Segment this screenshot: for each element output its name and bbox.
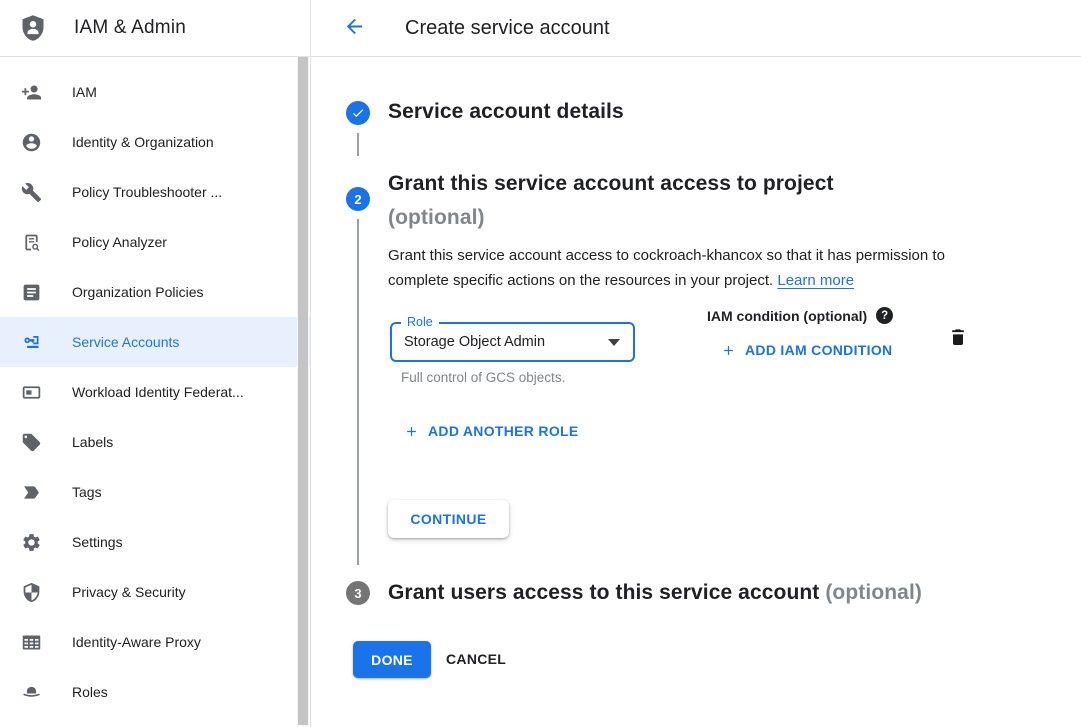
sidebar-scrollbar-track <box>297 57 309 727</box>
sidebar-item-label: Identity & Organization <box>72 134 214 150</box>
article-list-icon <box>20 281 42 303</box>
step2-description-text: Grant this service account access to coc… <box>388 247 945 289</box>
sidebar-item-settings[interactable]: Settings <box>0 517 310 567</box>
sidebar-item-label: Organization Policies <box>72 284 204 300</box>
iam-condition-label: IAM condition (optional) <box>707 308 867 324</box>
badge-card-icon <box>20 381 42 403</box>
person-add-icon <box>20 81 42 103</box>
sidebar-item-identity-aware-proxy[interactable]: Identity-Aware Proxy <box>0 617 310 667</box>
step3-title-text: Grant users access to this service accou… <box>388 581 819 604</box>
sidebar-nav: IAM Identity & Organization Policy Troub… <box>0 67 310 717</box>
trash-icon <box>948 327 968 351</box>
step3-number: 3 <box>354 586 361 601</box>
tag-arrow-icon <box>20 481 42 503</box>
step3-title: Grant users access to this service accou… <box>388 581 922 605</box>
cancel-button[interactable]: CANCEL <box>432 641 520 676</box>
chevron-down-icon <box>608 339 620 346</box>
sidebar-header: IAM & Admin <box>0 0 310 57</box>
question-help-icon[interactable]: ? <box>876 307 893 324</box>
sidebar-item-label: Service Accounts <box>72 334 179 350</box>
sidebar-item-label: Labels <box>72 434 113 450</box>
add-another-role-button[interactable]: ADD ANOTHER ROLE <box>404 423 579 439</box>
sidebar-title: IAM & Admin <box>74 17 186 39</box>
service-account-key-icon <box>20 331 42 353</box>
step3-optional-label: (optional) <box>825 581 922 604</box>
sidebar-item-label: IAM <box>72 84 97 100</box>
step2-number: 2 <box>354 192 361 207</box>
sidebar-item-label: Workload Identity Federat... <box>72 384 244 400</box>
add-iam-condition-button[interactable]: ADD IAM CONDITION <box>721 342 892 358</box>
shield-half-icon <box>20 581 42 603</box>
add-iam-condition-label: ADD IAM CONDITION <box>745 342 892 358</box>
sidebar: IAM & Admin IAM Identity & Organization … <box>0 0 311 727</box>
step2-optional-label: (optional) <box>388 201 1028 235</box>
sidebar-item-label: Policy Troubleshooter ... <box>72 184 222 200</box>
sidebar-item-label: Policy Analyzer <box>72 234 167 250</box>
continue-button[interactable]: CONTINUE <box>388 500 509 538</box>
sidebar-item-service-accounts[interactable]: Service Accounts <box>0 317 310 367</box>
hat-icon <box>20 681 42 703</box>
sidebar-item-label: Privacy & Security <box>72 584 186 600</box>
sidebar-item-tags[interactable]: Tags <box>0 467 310 517</box>
sidebar-item-identity-organization[interactable]: Identity & Organization <box>0 117 310 167</box>
stepper-connector <box>357 133 359 156</box>
sidebar-item-policy-troubleshooter[interactable]: Policy Troubleshooter ... <box>0 167 310 217</box>
step2-title: Grant this service account access to pro… <box>388 167 1028 235</box>
role-select[interactable]: Role Storage Object Admin <box>390 322 635 362</box>
role-helper-text: Full control of GCS objects. <box>401 370 565 385</box>
iam-condition-header: IAM condition (optional) ? <box>707 307 893 324</box>
sidebar-item-privacy-security[interactable]: Privacy & Security <box>0 567 310 617</box>
sidebar-scrollbar-thumb[interactable] <box>298 57 308 725</box>
create-service-account-form: Service account details 2 Grant this ser… <box>311 57 1081 727</box>
sidebar-item-label: Settings <box>72 534 123 550</box>
delete-role-button[interactable] <box>945 326 971 352</box>
proxy-grid-icon <box>20 631 42 653</box>
step2-description: Grant this service account access to coc… <box>388 243 994 293</box>
wrench-icon <box>20 181 42 203</box>
arrow-back-icon <box>343 15 366 41</box>
sidebar-item-iam[interactable]: IAM <box>0 67 310 117</box>
role-field-label: Role <box>401 315 439 329</box>
iam-shield-person-icon <box>18 13 48 43</box>
sidebar-item-label: Identity-Aware Proxy <box>72 634 201 650</box>
sidebar-item-organization-policies[interactable]: Organization Policies <box>0 267 310 317</box>
stepper-connector <box>357 219 359 565</box>
page-title: Create service account <box>405 17 610 40</box>
sidebar-item-policy-analyzer[interactable]: Policy Analyzer <box>0 217 310 267</box>
back-button[interactable] <box>328 7 380 49</box>
plus-icon <box>721 343 736 358</box>
label-tag-icon <box>20 431 42 453</box>
plus-icon <box>404 424 419 439</box>
step1-title: Service account details <box>388 100 624 124</box>
sidebar-item-label: Roles <box>72 684 108 700</box>
document-search-icon <box>20 231 42 253</box>
done-button[interactable]: DONE <box>353 641 431 678</box>
step2-number-badge: 2 <box>346 187 370 211</box>
account-circle-icon <box>20 131 42 153</box>
step2-title-text: Grant this service account access to pro… <box>388 167 1028 201</box>
learn-more-link[interactable]: Learn more <box>777 272 854 289</box>
step1-completed-check-icon <box>346 101 370 125</box>
step3-number-badge: 3 <box>346 581 370 605</box>
page-header: Create service account <box>311 0 1081 57</box>
role-selected-value: Storage Object Admin <box>404 334 545 350</box>
sidebar-item-labels[interactable]: Labels <box>0 417 310 467</box>
sidebar-item-roles[interactable]: Roles <box>0 667 310 717</box>
sidebar-item-workload-identity-federation[interactable]: Workload Identity Federat... <box>0 367 310 417</box>
add-another-role-label: ADD ANOTHER ROLE <box>428 423 579 439</box>
gcp-console-window: IAM & Admin IAM Identity & Organization … <box>0 0 1081 727</box>
gear-icon <box>20 531 42 553</box>
sidebar-item-label: Tags <box>72 484 102 500</box>
